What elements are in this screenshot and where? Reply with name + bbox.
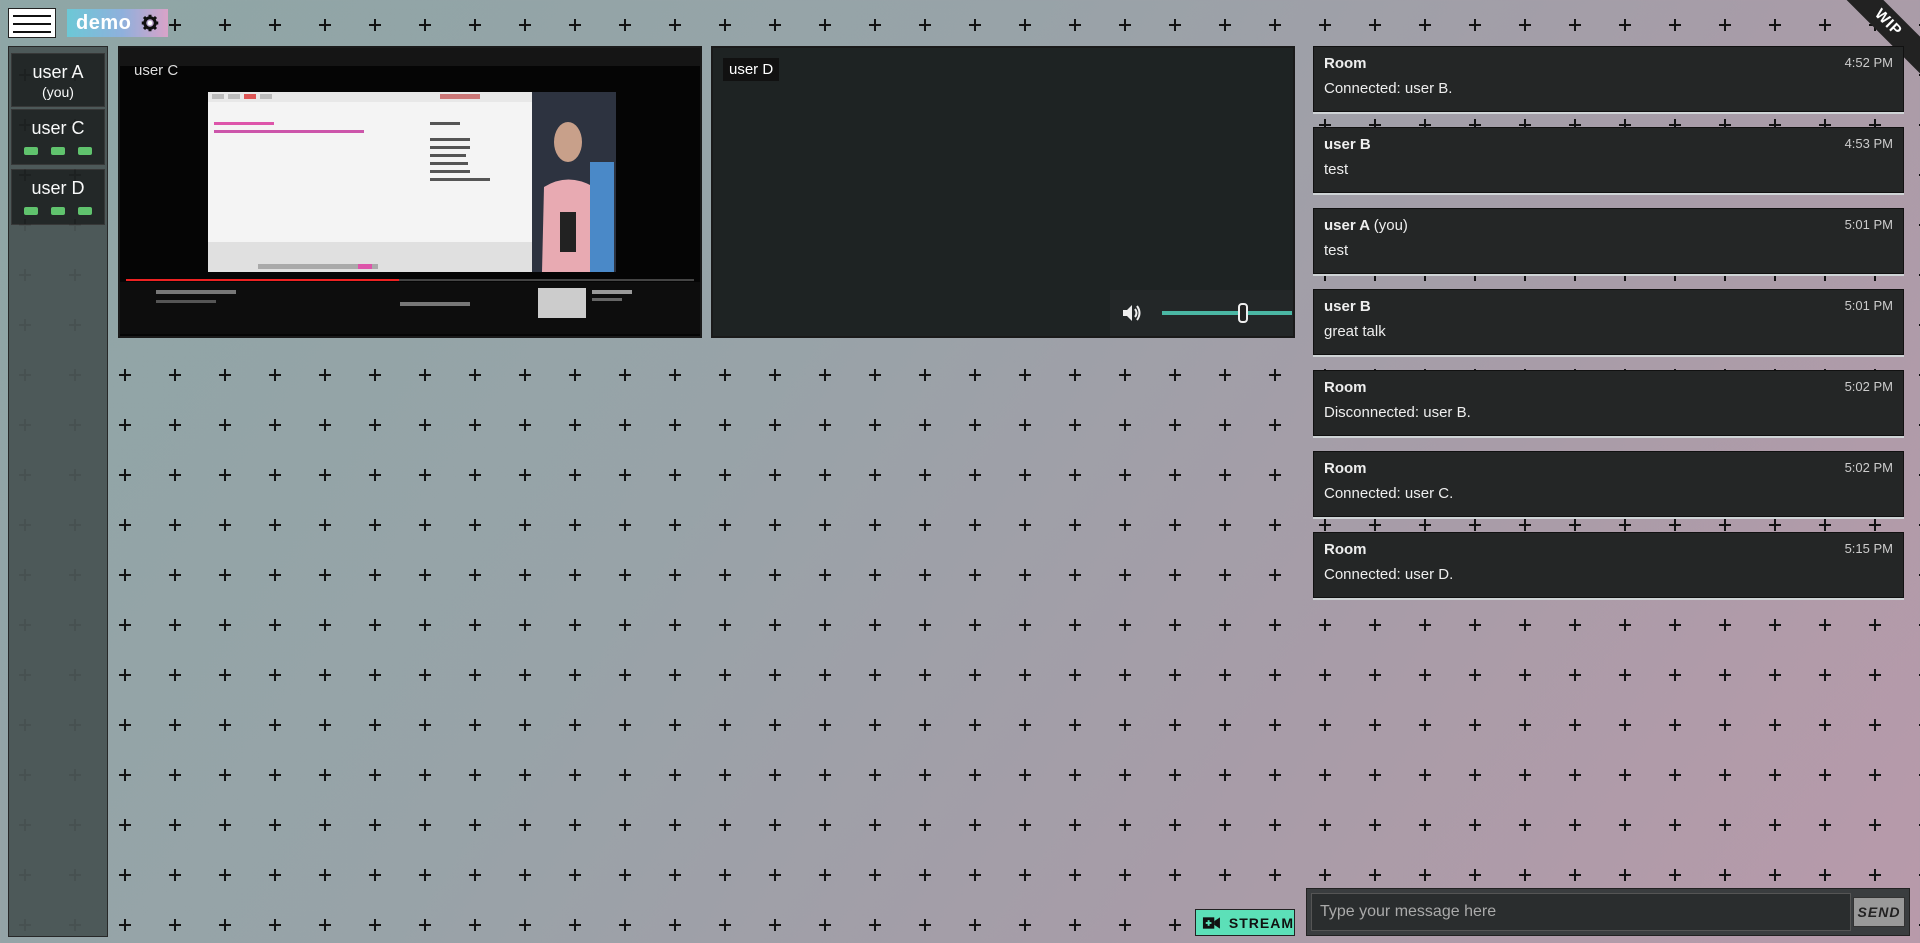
message-time: 5:02 PM [1844, 460, 1893, 475]
user-sidebar: user A (you) user C user D [8, 46, 108, 937]
message-author: Room [1324, 55, 1367, 72]
volume-icon[interactable] [1120, 301, 1144, 325]
message-time: 4:52 PM [1844, 55, 1893, 70]
chat-message: Room 4:52 PM Connected: user B. [1313, 46, 1904, 112]
user-name: user A [32, 62, 84, 82]
chat-message: Room 5:02 PM Connected: user C. [1313, 451, 1904, 517]
message-text: test [1324, 161, 1349, 178]
message-you-tag: (you) [1373, 217, 1408, 234]
room-badge: demo [67, 9, 168, 37]
stream-button[interactable]: STREAM [1195, 909, 1295, 936]
chat-message: Room 5:02 PM Disconnected: user B. [1313, 370, 1904, 436]
user-tile[interactable]: user D [11, 169, 105, 225]
gear-icon[interactable] [141, 14, 159, 32]
message-text: test [1324, 242, 1349, 259]
menu-icon-bar [13, 31, 51, 33]
video-tile-user-d[interactable]: user D [711, 46, 1295, 338]
video-label: user C [134, 62, 179, 79]
message-text: Connected: user D. [1324, 566, 1454, 583]
chat-message: user A (you) 5:01 PM test [1313, 208, 1904, 274]
chat-message-input[interactable] [1311, 893, 1851, 931]
send-button[interactable]: SEND [1853, 897, 1905, 927]
message-author: Room [1324, 379, 1367, 396]
message-time: 4:53 PM [1844, 136, 1893, 151]
user-you-tag: (you) [42, 84, 74, 100]
message-author: user B [1324, 298, 1371, 315]
activity-indicator [12, 207, 104, 215]
message-time: 5:01 PM [1844, 217, 1893, 232]
volume-slider-thumb[interactable] [1237, 303, 1248, 323]
stream-icon [1202, 916, 1220, 929]
chat-composer: SEND [1306, 888, 1910, 936]
message-author: Room [1324, 541, 1367, 558]
message-text: great talk [1324, 323, 1386, 340]
message-time: 5:02 PM [1844, 379, 1893, 394]
audio-controls [1110, 290, 1293, 336]
menu-icon-bar [13, 15, 51, 17]
message-time: 5:15 PM [1844, 541, 1893, 556]
user-name: user D [31, 178, 85, 198]
volume-slider[interactable] [1162, 303, 1292, 323]
activity-indicator [12, 147, 104, 155]
menu-button[interactable] [8, 8, 56, 38]
user-name: user C [31, 118, 85, 138]
chat-message: user B 5:01 PM great talk [1313, 289, 1904, 355]
message-text: Disconnected: user B. [1324, 404, 1471, 421]
chat-message: Room 5:15 PM Connected: user D. [1313, 532, 1904, 598]
message-author: user B [1324, 136, 1371, 153]
screen-share-stream [120, 48, 700, 336]
video-tile-user-c[interactable]: user C [118, 46, 702, 338]
chat-message: user B 4:53 PM test [1313, 127, 1904, 193]
room-name: demo [76, 11, 132, 34]
message-author: Room [1324, 460, 1367, 477]
message-text: Connected: user C. [1324, 485, 1454, 502]
message-time: 5:01 PM [1844, 298, 1893, 313]
message-author: user A (you) [1324, 217, 1408, 234]
stream-label: STREAM [1228, 914, 1294, 931]
video-label: user D [723, 58, 780, 81]
user-tile[interactable]: user A (you) [11, 53, 105, 107]
user-tile[interactable]: user C [11, 109, 105, 165]
message-text: Connected: user B. [1324, 80, 1453, 97]
menu-icon-bar [13, 23, 51, 25]
